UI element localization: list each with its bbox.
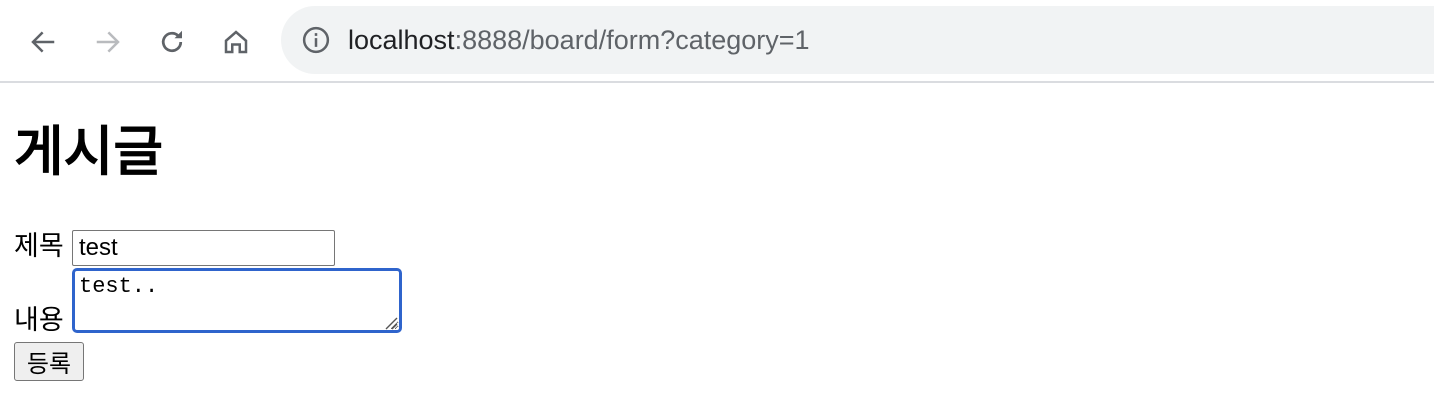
home-icon — [224, 30, 248, 54]
url-host: localhost — [348, 25, 455, 55]
reload-icon — [161, 30, 183, 53]
body-label: 내용 — [14, 305, 64, 335]
url-text[interactable]: localhost:8888/board/form?category=1 — [348, 24, 810, 56]
forward-button[interactable] — [86, 20, 130, 64]
browser-toolbar: localhost:8888/board/form?category=1 — [0, 0, 1434, 83]
title-input[interactable] — [72, 230, 335, 266]
home-button[interactable] — [214, 20, 258, 64]
page-title: 게시글 — [14, 122, 164, 182]
submit-button[interactable]: 등록 — [14, 342, 84, 381]
info-icon[interactable] — [301, 25, 331, 55]
url-path: :8888/board/form?category=1 — [454, 25, 810, 55]
body-textarea[interactable]: test.. — [72, 268, 402, 333]
reload-button[interactable] — [150, 20, 194, 64]
back-button[interactable] — [21, 20, 65, 64]
forward-arrow-icon — [96, 31, 120, 53]
title-label: 제목 — [14, 231, 64, 261]
back-arrow-icon — [31, 31, 55, 53]
page-content: 게시글 제목 내용 test.. 등록 — [0, 85, 1434, 418]
address-bar[interactable]: localhost:8888/board/form?category=1 — [281, 6, 1434, 74]
